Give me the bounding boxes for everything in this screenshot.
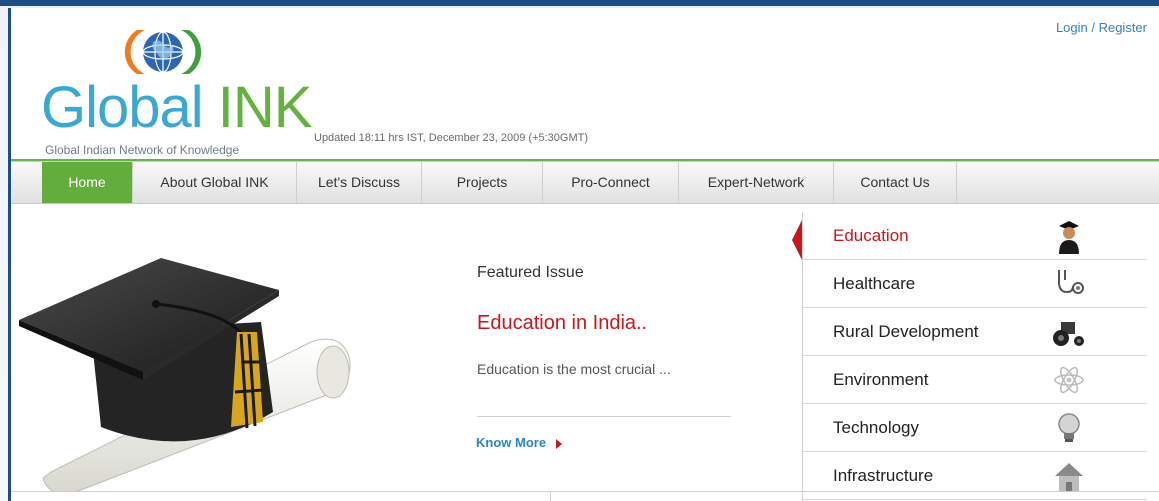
nav-item-pro-connect[interactable]: Pro-Connect: [543, 162, 679, 203]
featured-divider: [477, 416, 731, 417]
category-label: Infrastructure: [833, 466, 934, 485]
category-label: Environment: [833, 370, 929, 389]
house-icon: [1055, 463, 1083, 492]
category-education[interactable]: Education: [803, 212, 1147, 260]
know-more-link[interactable]: Know More: [476, 435, 563, 450]
category-rural-development[interactable]: Rural Development: [803, 308, 1147, 356]
category-technology[interactable]: Technology: [803, 404, 1147, 452]
nav-item-projects[interactable]: Projects: [422, 162, 543, 203]
category-label: Healthcare: [833, 274, 916, 293]
logo-wordmark[interactable]: Global INK: [41, 75, 313, 140]
featured-description: Education is the most crucial ...: [477, 361, 671, 377]
graduate-icon: [1059, 221, 1079, 254]
login-register-link[interactable]: Login / Register: [1056, 20, 1147, 35]
atom-icon: [1054, 366, 1084, 394]
nav-item-about[interactable]: About Global INK: [133, 162, 297, 203]
globe-logo-icon: [124, 30, 202, 74]
bottom-column-divider: [550, 491, 551, 501]
arrow-right-icon: [556, 438, 563, 449]
featured-issue-heading[interactable]: Education in India..: [477, 312, 647, 335]
left-gutter: [0, 6, 8, 501]
category-list: Education Healthcare Rural Development E…: [803, 212, 1147, 500]
logo-tagline: Global Indian Network of Knowledge: [45, 143, 240, 157]
graduation-cap-image: [19, 258, 351, 492]
category-label: Rural Development: [833, 322, 979, 341]
main-nav: Home About Global INK Let's Discuss Proj…: [11, 161, 1159, 204]
category-infrastructure[interactable]: Infrastructure: [803, 452, 1147, 500]
category-label: Education: [833, 226, 909, 245]
nav-item-expert-network[interactable]: Expert-Network: [679, 162, 834, 203]
active-pointer-icon: [792, 220, 802, 260]
category-environment[interactable]: Environment: [803, 356, 1147, 404]
know-more-label: Know More: [476, 435, 547, 450]
featured-title: Featured Issue: [477, 264, 584, 281]
updated-timestamp: Updated 18:11 hrs IST, December 23, 2009…: [314, 132, 589, 144]
lightbulb-icon: [1058, 413, 1080, 442]
nav-list: Home About Global INK Let's Discuss Proj…: [42, 162, 957, 203]
category-healthcare[interactable]: Healthcare: [803, 260, 1147, 308]
bottom-divider: [11, 491, 1159, 492]
nav-item-discuss[interactable]: Let's Discuss: [297, 162, 422, 203]
category-label: Technology: [833, 418, 920, 437]
logo-ink: INK: [217, 75, 313, 140]
nav-item-contact[interactable]: Contact Us: [834, 162, 957, 203]
browser-frame: Global INK Global Indian Network of Know…: [0, 0, 1159, 501]
page: Global INK Global Indian Network of Know…: [11, 8, 1159, 501]
nav-item-home[interactable]: Home: [42, 162, 133, 203]
tractor-icon: [1053, 322, 1084, 346]
logo-prefix: Global: [41, 75, 218, 140]
stethoscope-icon: [1058, 270, 1084, 294]
